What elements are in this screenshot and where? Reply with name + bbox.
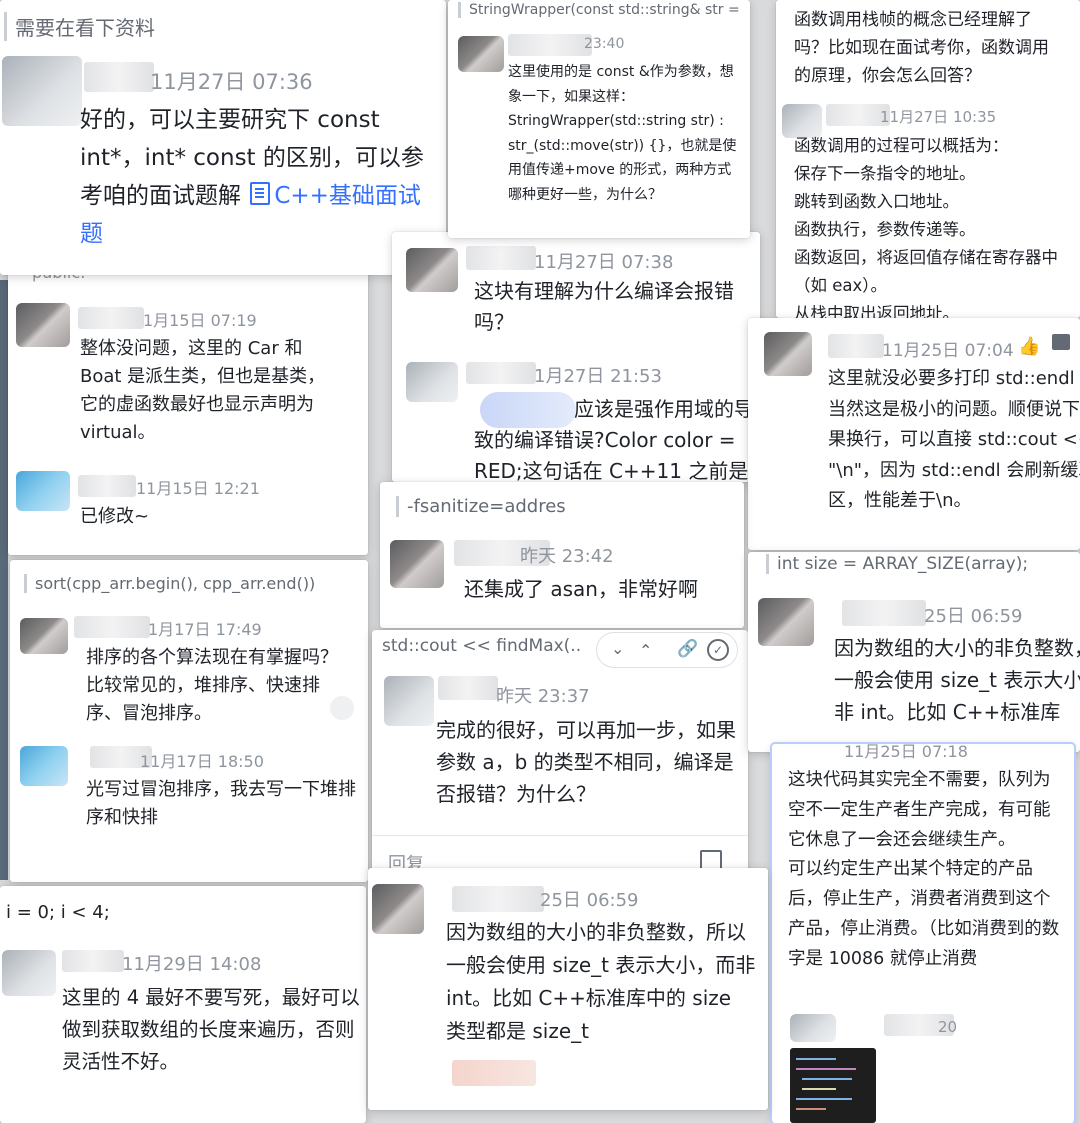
user-name [74, 616, 150, 638]
timestamp: 25日 06:59 [924, 606, 1023, 627]
comment-card-car-boat: public: 1月15日 07:19 整体没问题，这里的 Car 和 Boat… [8, 255, 368, 555]
timestamp: 11月27日 07:36 [150, 70, 313, 94]
timestamp: 昨天 23:42 [520, 546, 614, 567]
quote-text: -fsanitize=addres [396, 496, 566, 517]
user-name [466, 246, 536, 270]
comment-card-call-stack: 函数调用栈帧的概念已经理解了吗？比如现在面试考你，函数调用的原理，你会怎么回答？… [776, 0, 1080, 318]
comment-card-loop: i = 0; i < 4; 11月29日 14:08 这里的 4 最好不要写死，… [0, 886, 366, 1123]
user-name [78, 475, 136, 497]
comment-text: 已修改~ [80, 506, 150, 527]
comment-text: 因为数组的大小的非负整数，所以一般会使用 size_t 表示大小，而非 int。… [834, 636, 1080, 724]
comment-card-asan: -fsanitize=addres 昨天 23:42 还集成了 asan，非常好… [380, 482, 744, 628]
timestamp: 25日 06:59 [540, 890, 639, 911]
quote-text: std::cout << findMax(... [382, 636, 582, 656]
quote-text: 需要在看下资料 [4, 12, 155, 41]
image-icon[interactable] [700, 850, 722, 870]
timestamp: 11月25日 07:04 [882, 341, 1014, 361]
timestamp: 11月27日 10:35 [880, 108, 997, 126]
user-name [466, 362, 536, 384]
comment-text: 这里使用的是 const &作为参数，想象一下，如果这样：StringWrapp… [508, 64, 737, 203]
chevron-up-icon[interactable]: ⌃ [639, 641, 652, 660]
comment-text: 函数调用的过程可以概括为： 保存下一条指令的地址。 跳转到函数入口地址。 函数执… [794, 136, 1058, 318]
avatar [764, 332, 812, 376]
timestamp: 11月15日 12:21 [136, 479, 260, 498]
avatar [16, 471, 70, 511]
comment-card-endl: 11月25日 07:04 👍 这里就没必要多打印 std::endl 了，当然这… [748, 318, 1080, 550]
comment-toolbar: ⌄ ⌃ 🔗 ✓ [596, 632, 738, 668]
comment-card-findmax: std::cout << findMax(... ⌄ ⌃ 🔗 ✓ 昨天 23:3… [372, 630, 748, 880]
code-snippet: i = 0; i < 4; [6, 902, 110, 923]
reaction-blur [452, 1060, 536, 1086]
timestamp: 23:40 [584, 36, 625, 52]
more-icon[interactable] [330, 696, 354, 720]
comment-text: 好的，可以主要研究下 const int*，int* const 的区别，可以参… [80, 102, 440, 254]
comment-text: 这里就没必要多打印 std::endl 了，当然这是极小的问题。顺便说下，如果换… [828, 368, 1080, 512]
thumbs-up-icon[interactable]: 👍 [1018, 336, 1040, 357]
comment-card-sort: sort(cpp_arr.begin(), cpp_arr.end()) 1月1… [10, 560, 368, 882]
comment-icon[interactable] [1052, 334, 1070, 350]
comment-card-queue: 11月25日 07:18 这块代码其实完全不需要，队列为空不一定生产者生产完成，… [772, 744, 1074, 1123]
avatar [16, 303, 70, 347]
timestamp: 11月25日 07:18 [844, 744, 968, 761]
avatar [458, 36, 504, 72]
avatar [384, 676, 434, 726]
comment-text: 排序的各个算法现在有掌握吗？比较常见的，堆排序、快速排序、冒泡排序。 [86, 647, 338, 724]
comment-text: 整体没问题，这里的 Car 和 Boat 是派生类，但也是基类，它的虚函数最好也… [80, 338, 326, 443]
comment-text: 应该是强作用域的导致的编译错误?Color color = RED;这句话在 C… [474, 397, 754, 482]
user-name [62, 950, 124, 972]
timestamp: 11月17日 18:50 [140, 752, 264, 771]
quote-text: StringWrapper(const std::string& str = .… [458, 2, 739, 18]
code-screenshot-thumbnail[interactable] [790, 1048, 876, 1123]
comment-card-compile-error: 11月27日 07:38 这块有理解为什么编译会报错吗？ 1月27日 21:53… [392, 232, 760, 482]
user-name [78, 307, 144, 329]
user-name [842, 600, 926, 626]
avatar [406, 362, 458, 402]
avatar [790, 1014, 836, 1042]
comment-text: 这块代码其实完全不需要，队列为空不一定生产者生产完成，有可能它休息了一会还会继续… [788, 770, 1060, 969]
timestamp: 1月17日 17:49 [148, 620, 262, 639]
user-name [438, 676, 498, 700]
comment-card-size-t: 25日 06:59 因为数组的大小的非负整数，所以一般会使用 size_t 表示… [368, 868, 768, 1110]
comment-text: 因为数组的大小的非负整数，所以一般会使用 size_t 表示大小，而非 int。… [446, 920, 756, 1043]
timestamp: 11月27日 07:38 [534, 252, 674, 273]
comment-text: 这里的 4 最好不要写死，最好可以做到获取数组的长度来遍历，否则灵活性不好。 [62, 986, 360, 1074]
comment-card-size-t-right: int size = ARRAY_SIZE(array); 25日 06:59 … [748, 552, 1080, 752]
avatar [20, 746, 68, 786]
chevron-down-icon[interactable]: ⌄ [611, 639, 624, 658]
comment-text: 光写过冒泡排序，我去写一下堆排序和快排 [86, 779, 356, 828]
check-circle-icon[interactable]: ✓ [707, 639, 729, 661]
avatar [372, 884, 424, 934]
comment-text: 还集成了 asan，非常好啊 [464, 577, 698, 601]
avatar [406, 248, 458, 292]
comment-card-const: 需要在看下资料 11月27日 07:36 好的，可以主要研究下 const in… [0, 0, 446, 275]
avatar [20, 618, 68, 654]
timestamp: 1月27日 21:53 [534, 366, 662, 387]
timestamp: 11月29日 14:08 [122, 954, 262, 975]
doc-icon [250, 181, 271, 205]
quote-text: sort(cpp_arr.begin(), cpp_arr.end()) [24, 574, 315, 593]
user-name [452, 886, 544, 912]
background-edge [0, 280, 8, 880]
timestamp: 1月15日 07:19 [143, 311, 257, 330]
user-name [508, 34, 592, 56]
avatar [390, 540, 444, 588]
avatar [2, 56, 82, 126]
link-icon[interactable]: 🔗 [677, 639, 698, 659]
comment-text: 函数调用栈帧的概念已经理解了吗？比如现在面试考你，函数调用的原理，你会怎么回答？ [794, 10, 1049, 87]
user-name [84, 62, 154, 92]
comment-card-string-wrapper: StringWrapper(const std::string& str = .… [448, 0, 750, 238]
comment-text: 这块有理解为什么编译会报错吗？ [474, 279, 734, 334]
timestamp: 昨天 23:37 [496, 686, 590, 707]
timestamp: 20 [938, 1018, 958, 1036]
user-name [828, 334, 884, 358]
avatar [2, 950, 56, 996]
comment-text: 完成的很好，可以再加一步，如果参数 a，b 的类型不相同，编译是否报错？为什么？ [436, 718, 736, 806]
avatar [758, 598, 814, 646]
quote-text: int size = ARRAY_SIZE(array); [766, 554, 1028, 574]
